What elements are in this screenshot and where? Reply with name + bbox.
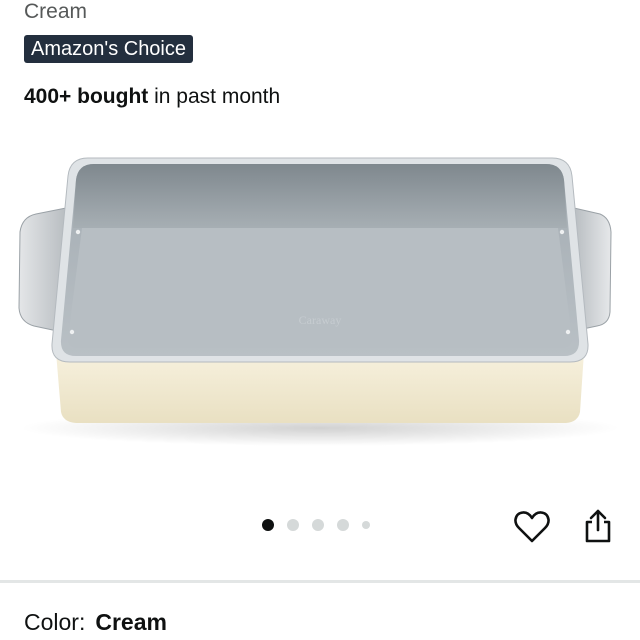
color-label: Color: — [24, 609, 86, 635]
share-icon — [585, 509, 611, 543]
wishlist-button[interactable] — [512, 507, 552, 547]
amazons-choice-badge: Amazon's Choice — [24, 35, 193, 63]
carousel-dot[interactable] — [362, 521, 370, 529]
carousel-dots[interactable] — [262, 518, 370, 532]
variant-name: Cream — [24, 0, 88, 23]
color-selector[interactable]: Color: Cream — [24, 608, 167, 636]
share-button[interactable] — [578, 506, 618, 546]
color-value: Cream — [95, 609, 167, 635]
purchase-count-suffix: in past month — [148, 85, 281, 108]
heart-icon — [514, 511, 550, 543]
carousel-dot-active[interactable] — [262, 519, 274, 531]
purchase-count-bold: 400+ bought — [24, 85, 149, 108]
purchase-count: 400+ bought in past month — [24, 84, 280, 110]
pan-brand-emboss: Caraway — [299, 313, 342, 327]
product-image[interactable]: Caraway — [0, 130, 640, 500]
baking-pan-illustration: Caraway — [18, 157, 620, 446]
carousel-dot[interactable] — [312, 519, 324, 531]
section-divider — [0, 580, 640, 583]
carousel-dot[interactable] — [337, 519, 349, 531]
carousel-dot[interactable] — [287, 519, 299, 531]
